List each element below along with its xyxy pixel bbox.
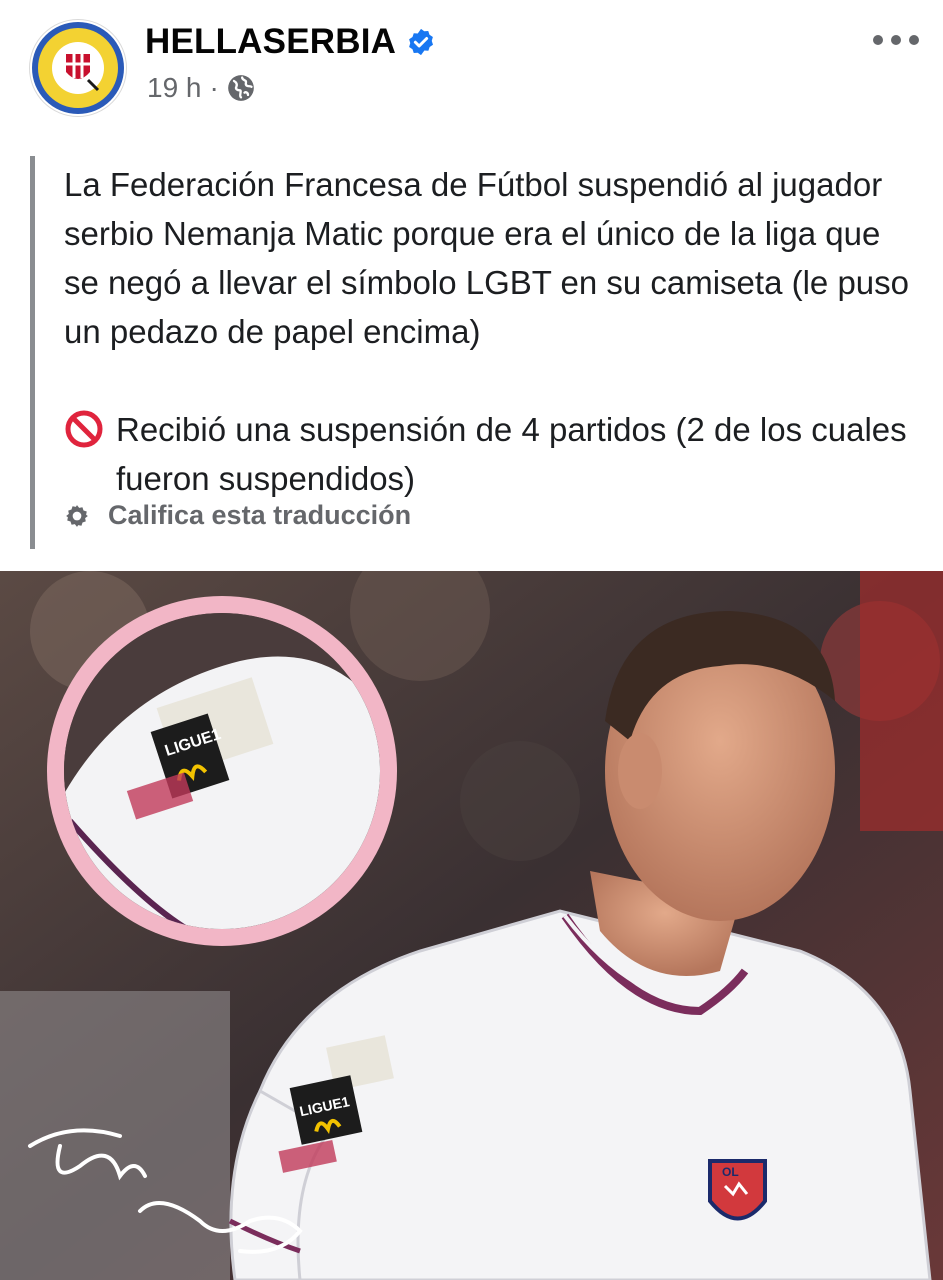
- crest-text: OL: [722, 1165, 739, 1179]
- globe-icon: [227, 75, 254, 101]
- page-name[interactable]: HELLASERBIA: [145, 22, 396, 62]
- page-avatar[interactable]: [30, 20, 126, 116]
- post-paragraph-1: La Federación Francesa de Fútbol suspend…: [64, 166, 909, 350]
- verified-badge-icon: [409, 28, 434, 56]
- rate-translation-label: Califica esta traducción: [108, 500, 412, 530]
- hellaserbia-logo: [32, 22, 124, 114]
- post-photo[interactable]: LIGUE1 OL LIGUE1: [0, 571, 943, 1280]
- more-options-icon: [873, 35, 883, 45]
- post-text: La Federación Francesa de Fútbol suspend…: [64, 160, 924, 503]
- prohibited-icon: [65, 410, 103, 448]
- gear-icon: [66, 504, 88, 527]
- post-photo-image: LIGUE1 OL LIGUE1: [0, 571, 943, 1280]
- translation-quote-bar: [30, 156, 35, 549]
- post-paragraph-2: Recibió una suspensión de 4 partidos (2 …: [116, 411, 907, 497]
- meta-separator: ·: [209, 72, 219, 103]
- more-options-button[interactable]: [873, 28, 919, 52]
- post-timestamp[interactable]: 19 h: [147, 72, 202, 104]
- rate-translation-link[interactable]: Califica esta traducción: [64, 500, 411, 531]
